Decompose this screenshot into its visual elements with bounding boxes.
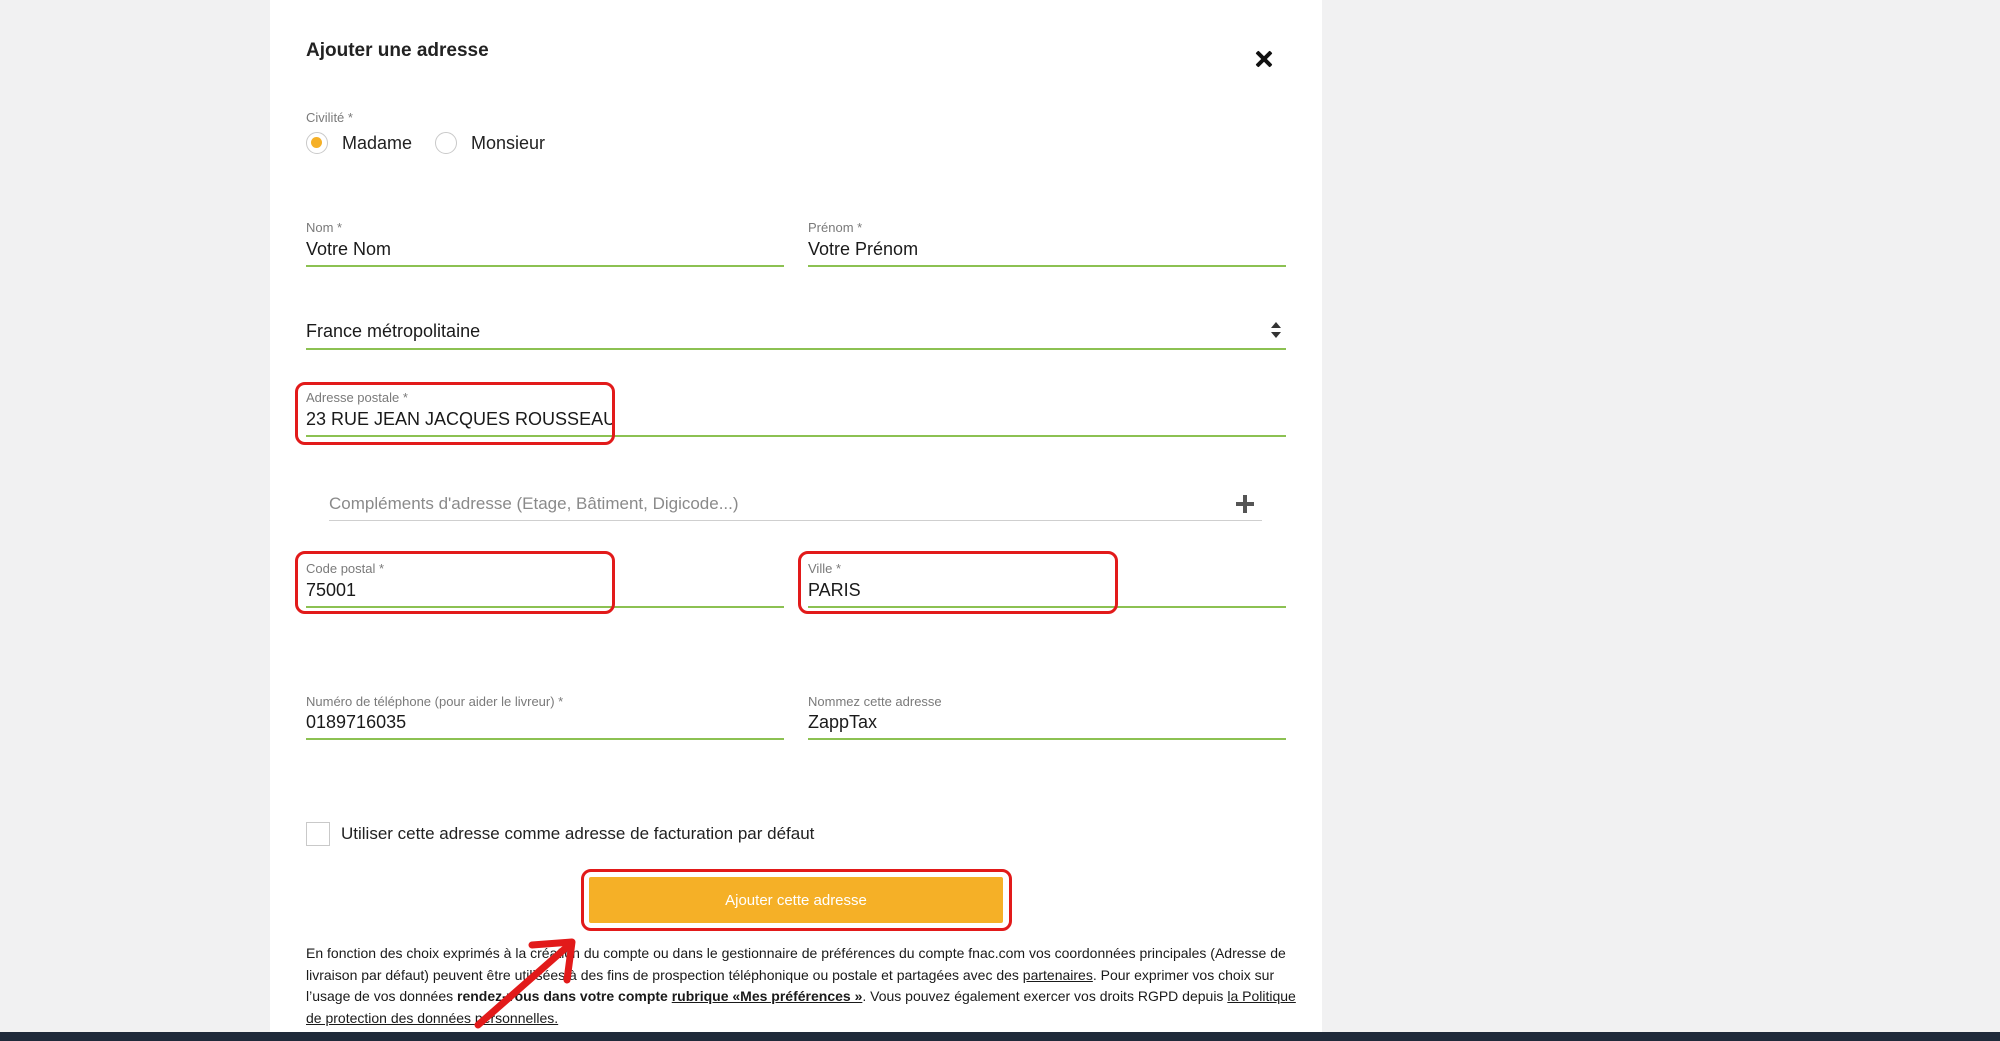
civility-label: Civilité * xyxy=(306,110,353,125)
partenaires-link[interactable]: partenaires xyxy=(1023,967,1093,983)
code-postal-field[interactable]: Code postal * 75001 xyxy=(306,559,784,608)
telephone-field[interactable]: Numéro de téléphone (pour aider le livre… xyxy=(306,692,784,740)
country-value: France métropolitaine xyxy=(306,321,481,341)
screenshot-stage: Ajouter une adresse Civilité * Madame Mo… xyxy=(0,0,2000,1041)
nom-label: Nom * xyxy=(306,220,343,235)
add-address-modal: Ajouter une adresse Civilité * Madame Mo… xyxy=(270,0,1322,1032)
complements-field[interactable]: Compléments d'adresse (Etage, Bâtiment, … xyxy=(329,490,1262,521)
ville-value: PARIS xyxy=(808,580,861,600)
modal-title: Ajouter une adresse xyxy=(306,40,489,61)
ville-field[interactable]: Ville * PARIS xyxy=(808,559,1286,608)
mes-preferences-link[interactable]: rubrique «Mes préférences » xyxy=(672,988,863,1004)
code-postal-value: 75001 xyxy=(306,580,357,600)
adresse-postale-field[interactable]: Adresse postale * 23 RUE JEAN JACQUES RO… xyxy=(306,388,1286,437)
mes-preferences-link-label: rubrique «Mes préférences » xyxy=(671,988,863,1004)
ville-label: Ville * xyxy=(808,561,842,576)
prenom-field[interactable]: Prénom * Votre Prénom xyxy=(808,218,1286,267)
bottom-edge-bar xyxy=(0,1032,2000,1041)
add-address-button[interactable]: Ajouter cette adresse xyxy=(589,877,1003,923)
billing-default-label: Utiliser cette adresse comme adresse de … xyxy=(341,824,815,843)
prenom-label: Prénom * xyxy=(808,220,863,235)
nom-adresse-label: Nommez cette adresse xyxy=(808,694,942,709)
legal-bold-text: rendez-vous dans votre compte xyxy=(457,988,672,1004)
legal-text-3: . Vous pouvez également exercer vos droi… xyxy=(862,988,1228,1004)
nom-field[interactable]: Nom * Votre Nom xyxy=(306,218,784,267)
nom-adresse-field[interactable]: Nommez cette adresse ZappTax xyxy=(808,692,1286,740)
telephone-label: Numéro de téléphone (pour aider le livre… xyxy=(306,694,564,709)
complements-placeholder: Compléments d'adresse (Etage, Bâtiment, … xyxy=(329,494,739,513)
select-arrows-icon xyxy=(1270,322,1282,340)
code-postal-label: Code postal * xyxy=(306,561,385,576)
country-select[interactable]: France métropolitaine xyxy=(306,318,1286,350)
telephone-value: 0189716035 xyxy=(306,712,407,732)
plus-icon[interactable] xyxy=(1236,495,1254,513)
billing-default-checkbox[interactable] xyxy=(306,822,330,846)
radio-madame-label: Madame xyxy=(342,133,413,153)
nom-value: Votre Nom xyxy=(306,239,392,259)
radio-monsieur-label: Monsieur xyxy=(471,133,546,153)
adresse-postale-label: Adresse postale * xyxy=(306,390,408,405)
radio-monsieur-indicator[interactable] xyxy=(435,132,457,154)
close-icon[interactable] xyxy=(1253,48,1275,70)
adresse-postale-value: 23 RUE JEAN JACQUES ROUSSEAU xyxy=(306,409,617,429)
prenom-value: Votre Prénom xyxy=(808,239,919,259)
radio-madame-indicator[interactable] xyxy=(306,132,328,154)
nom-adresse-value: ZappTax xyxy=(808,712,878,732)
legal-notice: En fonction des choix exprimés à la créa… xyxy=(306,943,1296,1029)
